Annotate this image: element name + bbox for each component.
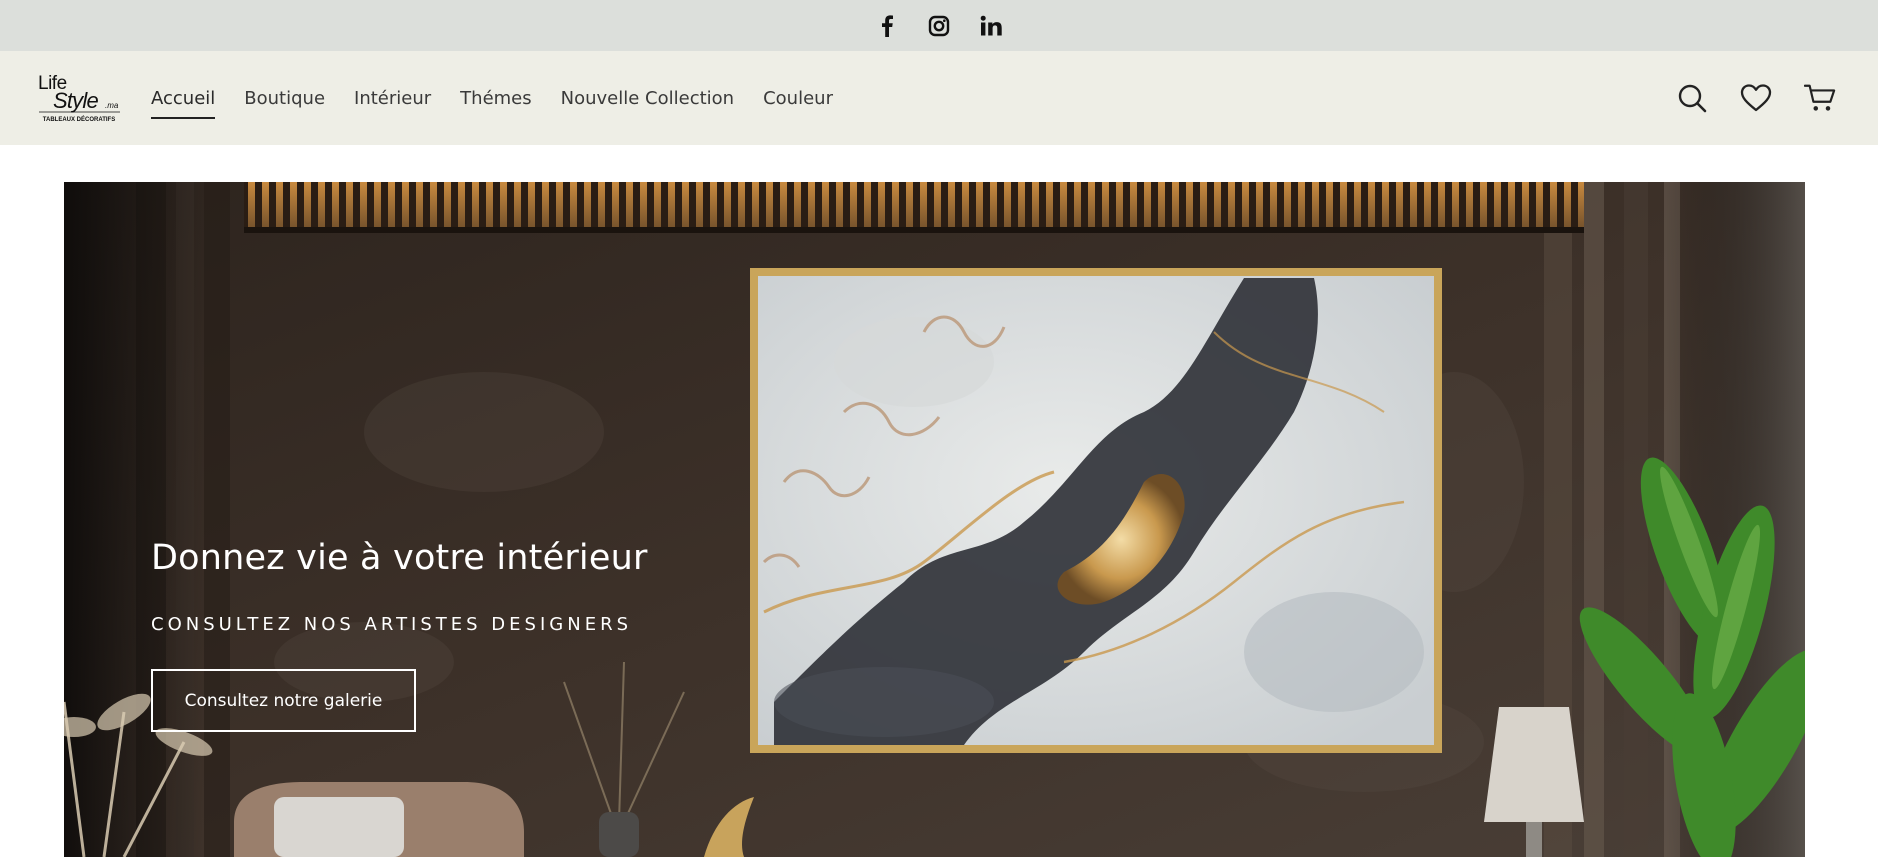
hero-background-image [64, 182, 1805, 857]
nav-item-boutique[interactable]: Boutique [244, 82, 325, 115]
svg-text:.ma: .ma [105, 101, 119, 110]
hero-banner: Donnez vie à votre intérieur CONSULTEZ N… [64, 182, 1805, 857]
nav-item-accueil[interactable]: Accueil [151, 82, 216, 119]
linkedin-icon[interactable] [978, 13, 1004, 39]
instagram-icon[interactable] [926, 13, 952, 39]
site-logo[interactable]: Life Style .ma TABLEAUX DÉCORATIFS [36, 71, 122, 125]
cart-icon[interactable] [1804, 82, 1836, 114]
search-icon[interactable] [1676, 82, 1708, 114]
svg-text:Style: Style [53, 88, 98, 113]
header-actions [1676, 51, 1836, 145]
nav-item-couleur[interactable]: Couleur [763, 82, 833, 115]
gallery-button[interactable]: Consultez notre galerie [151, 669, 416, 732]
svg-text:TABLEAUX DÉCORATIFS: TABLEAUX DÉCORATIFS [43, 115, 115, 123]
social-bar [0, 0, 1878, 51]
hero-title: Donnez vie à votre intérieur [151, 538, 648, 578]
site-header: Life Style .ma TABLEAUX DÉCORATIFS Accue… [0, 51, 1878, 145]
main-nav: Accueil Boutique Intérieur Thémes Nouvel… [151, 51, 833, 145]
hero-subtitle: CONSULTEZ NOS ARTISTES DESIGNERS [151, 614, 632, 635]
nav-item-nouvelle-collection[interactable]: Nouvelle Collection [561, 82, 734, 115]
nav-item-interieur[interactable]: Intérieur [354, 82, 431, 115]
heart-icon[interactable] [1740, 82, 1772, 114]
nav-item-themes[interactable]: Thémes [460, 82, 531, 115]
facebook-icon[interactable] [874, 13, 900, 39]
